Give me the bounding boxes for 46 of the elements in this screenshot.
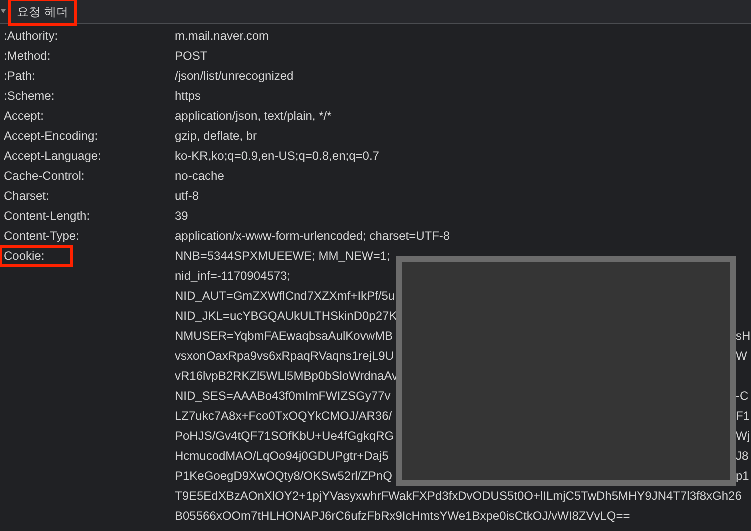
cookie-value-text: vsxonOaxRpa9vs6xRpaqRVaqns1rejL9U xyxy=(175,348,394,365)
cookie-value-text: W xyxy=(736,348,748,365)
header-value: POST xyxy=(175,48,208,65)
header-value: /json/list/unrecognized xyxy=(175,68,294,85)
section-title[interactable]: 요청 헤더 xyxy=(8,0,78,26)
cookie-value-text: NID_AUT=GmZXWflCnd7XZXmf+IkPf/5u xyxy=(175,288,396,305)
header-name: Content-Type: xyxy=(3,228,80,245)
header-value: application/x-www-form-urlencoded; charset=UTF-8 xyxy=(175,228,450,245)
cookie-value-text: nid_inf=-1170904573; xyxy=(175,268,291,285)
header-value: https xyxy=(175,88,202,105)
header-value: m.mail.naver.com xyxy=(175,28,270,45)
cookie-value-text: LZ7ukc7A8x+Fco0TxOQYkCMOJ/AR36/ xyxy=(175,408,392,425)
cookie-value-text: p1 xyxy=(736,468,750,485)
cookie-value-text: F1 xyxy=(736,408,750,425)
cookie-value-text: Wj xyxy=(736,428,750,445)
header-value: gzip, deflate, br xyxy=(175,128,258,145)
cookie-value-text: sH xyxy=(736,328,751,345)
header-name: Cache-Control: xyxy=(3,168,86,185)
header-name: Cookie: xyxy=(0,245,73,267)
header-value: utf-8 xyxy=(175,188,200,205)
cookie-value-text: T9E5EdXBzAOnXlOY2+1pjYVasyxwhrFWakFXPd3fxDvODUS5t0O+lILmjC5TwDh5MHY9JN4T7l3f8xGh26 xyxy=(175,488,742,505)
header-name: Accept-Encoding: xyxy=(3,128,100,145)
header-value: 39 xyxy=(175,208,188,225)
cookie-value-text: NNB=5344SPXMUEEWE; MM_NEW=1; xyxy=(175,248,390,265)
cookie-value-text: NMUSER=YqbmFAEwaqbsaAulKovwMB xyxy=(175,328,393,345)
header-value: ko-KR,ko;q=0.9,en-US;q=0.8,en;q=0.7 xyxy=(175,148,380,165)
header-value: application/json, text/plain, */* xyxy=(175,108,332,125)
header-name: :Method: xyxy=(3,48,52,65)
header-name: Charset: xyxy=(3,188,50,205)
header-name: :Path: xyxy=(3,68,36,85)
header-name: :Scheme: xyxy=(3,88,56,105)
expand-triangle-icon[interactable] xyxy=(1,9,6,14)
cookie-value-text: NID_SES=AAABo43f0mImFWIZSGy77v xyxy=(175,388,391,405)
cookie-value-text: PoHJS/Gv4tQF71SOfKbU+Ue4fGgkqRG xyxy=(175,428,394,445)
header-name: Accept-Language: xyxy=(3,148,102,165)
cookie-value-text: B05566xOOm7tHLHONAPJ6rC6ufzFbRx9IcHmtsYWe1Bxpe0isCtkOJ/vWI8ZVvLQ== xyxy=(175,508,630,525)
header-name: Accept: xyxy=(3,108,46,125)
cookie-value-text: HcmucodMAO/LqOo94j0GDUPgtr+Daj5 xyxy=(175,448,389,465)
cookie-value-text: vR16lvpB2RKZl5WLl5MBp0bSloWrdnaAv xyxy=(175,368,398,385)
cookie-value-text: -C xyxy=(736,388,749,405)
header-value: no-cache xyxy=(175,168,224,185)
cookie-value-text: NID_JKL=ucYBGQAUkULTHSkinD0p27K xyxy=(175,308,398,325)
cookie-value-text: J8 xyxy=(736,448,749,465)
header-name: Content-Length: xyxy=(3,208,92,225)
header-name: :Authority: xyxy=(3,28,60,45)
cookie-value-text: P1KeGoegD9XwOQty8/OKSw52rl/ZPnQ xyxy=(175,468,392,485)
